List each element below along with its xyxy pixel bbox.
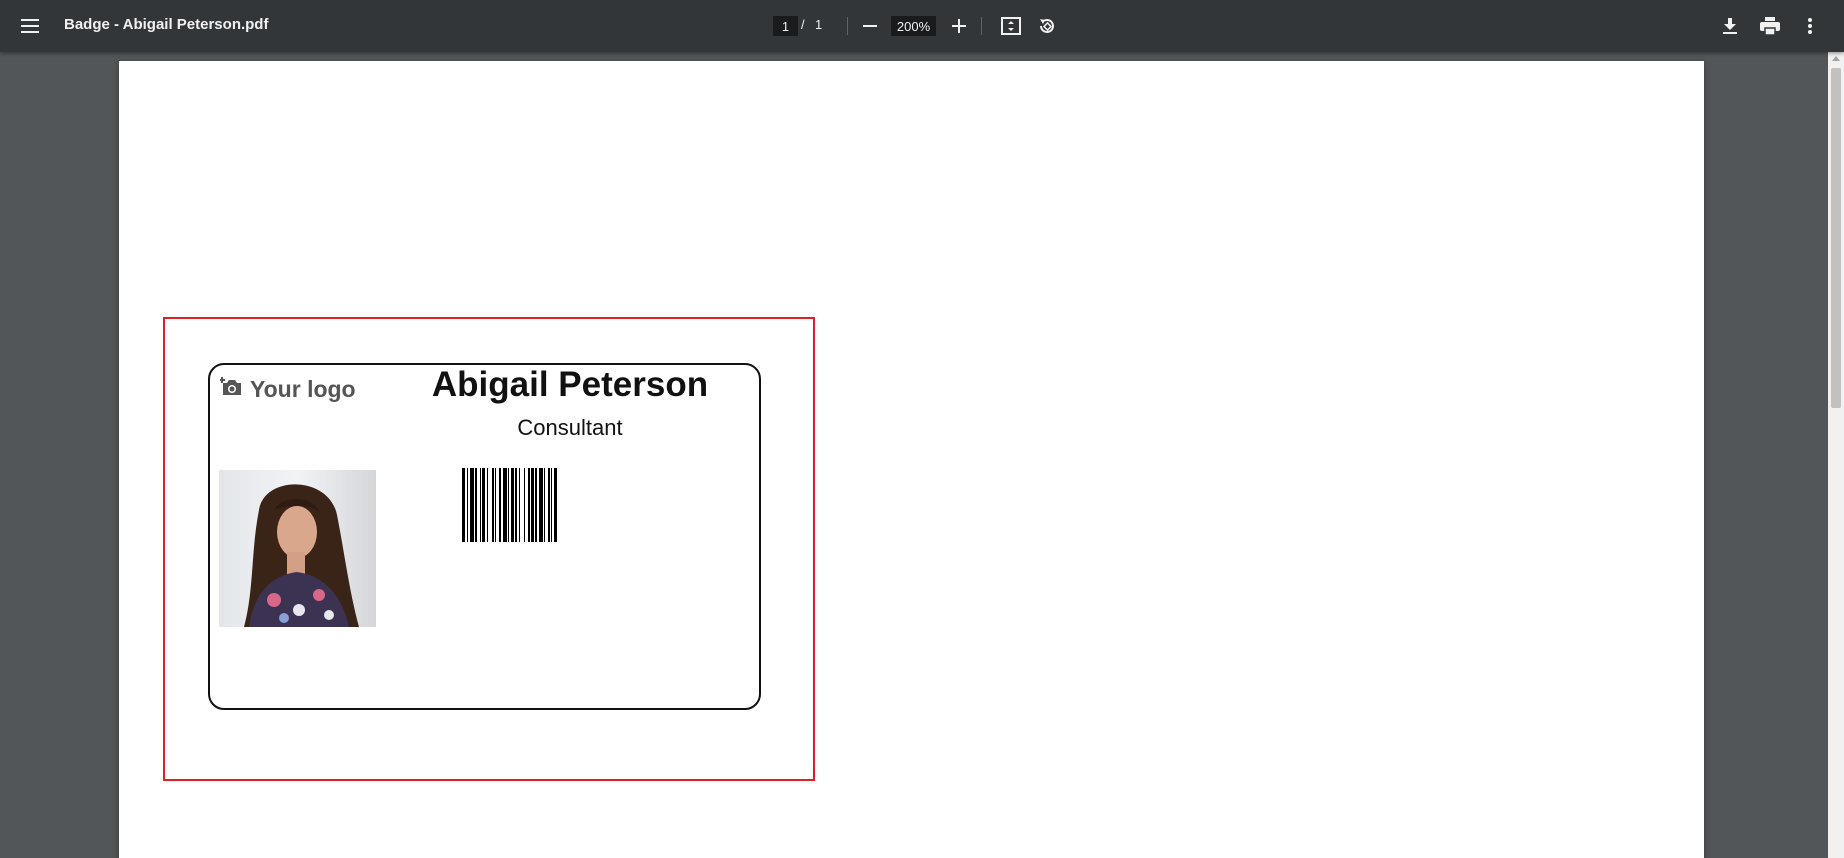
barcode-bar bbox=[467, 468, 468, 542]
barcode-bar bbox=[480, 468, 481, 542]
more-vertical-icon[interactable] bbox=[1790, 6, 1830, 46]
print-icon[interactable] bbox=[1750, 6, 1790, 46]
download-icon[interactable] bbox=[1710, 6, 1750, 46]
page-separator: / bbox=[801, 17, 805, 32]
document-title: Badge - Abigail Peterson.pdf bbox=[64, 16, 269, 33]
barcode-bar bbox=[475, 468, 477, 542]
portrait-photo bbox=[219, 470, 376, 627]
logo-text: Your logo bbox=[250, 375, 356, 402]
barcode-bar bbox=[492, 468, 494, 542]
toolbar-divider bbox=[981, 17, 982, 35]
pdf-page: Your logo Abigail Peterson Consultant bbox=[119, 61, 1704, 858]
barcode-bar bbox=[470, 468, 474, 542]
pdf-toolbar: Badge - Abigail Peterson.pdf / 1 bbox=[0, 0, 1844, 52]
page-number-input[interactable] bbox=[773, 16, 798, 36]
barcode-bar bbox=[519, 468, 520, 542]
barcode-bar bbox=[535, 468, 537, 542]
barcode-bar bbox=[524, 468, 525, 542]
minus-icon[interactable] bbox=[850, 6, 890, 46]
pdf-viewer-area[interactable]: Your logo Abigail Peterson Consultant bbox=[0, 52, 1844, 858]
badge-card: Your logo Abigail Peterson Consultant bbox=[208, 363, 761, 710]
scroll-up-arrow-icon[interactable] bbox=[1832, 56, 1840, 61]
logo-placeholder: Your logo bbox=[219, 371, 376, 407]
barcode-bar bbox=[495, 468, 496, 542]
vertical-scrollbar[interactable] bbox=[1828, 52, 1844, 858]
barcode-bar bbox=[531, 468, 534, 542]
barcode-bar bbox=[515, 468, 517, 542]
barcode-bar bbox=[503, 468, 507, 542]
barcode-bar bbox=[548, 468, 550, 542]
barcode-bar bbox=[551, 468, 552, 542]
badge-role: Consultant bbox=[517, 415, 623, 440]
page-total: 1 bbox=[815, 17, 823, 32]
barcode-bar bbox=[544, 468, 545, 542]
barcode-bar bbox=[482, 468, 485, 542]
barcode-bar bbox=[539, 468, 543, 542]
zoom-level-input[interactable] bbox=[891, 16, 936, 36]
toolbar-divider bbox=[847, 17, 848, 35]
barcode-bar bbox=[511, 468, 514, 542]
rotate-counterclockwise-icon[interactable] bbox=[1027, 6, 1067, 46]
hamburger-menu-icon[interactable] bbox=[10, 6, 50, 46]
barcode-bar bbox=[508, 468, 509, 542]
scroll-thumb[interactable] bbox=[1831, 68, 1841, 408]
badge-name: Abigail Peterson bbox=[431, 365, 709, 404]
barcode-bar bbox=[528, 468, 530, 542]
plus-icon[interactable] bbox=[939, 6, 979, 46]
barcode bbox=[462, 468, 557, 542]
barcode-bar bbox=[554, 468, 557, 542]
fit-to-page-icon[interactable] bbox=[991, 6, 1031, 46]
barcode-bar bbox=[499, 468, 501, 542]
barcode-bar bbox=[462, 468, 465, 542]
barcode-bar bbox=[487, 468, 488, 542]
camera-add-icon bbox=[219, 376, 242, 402]
